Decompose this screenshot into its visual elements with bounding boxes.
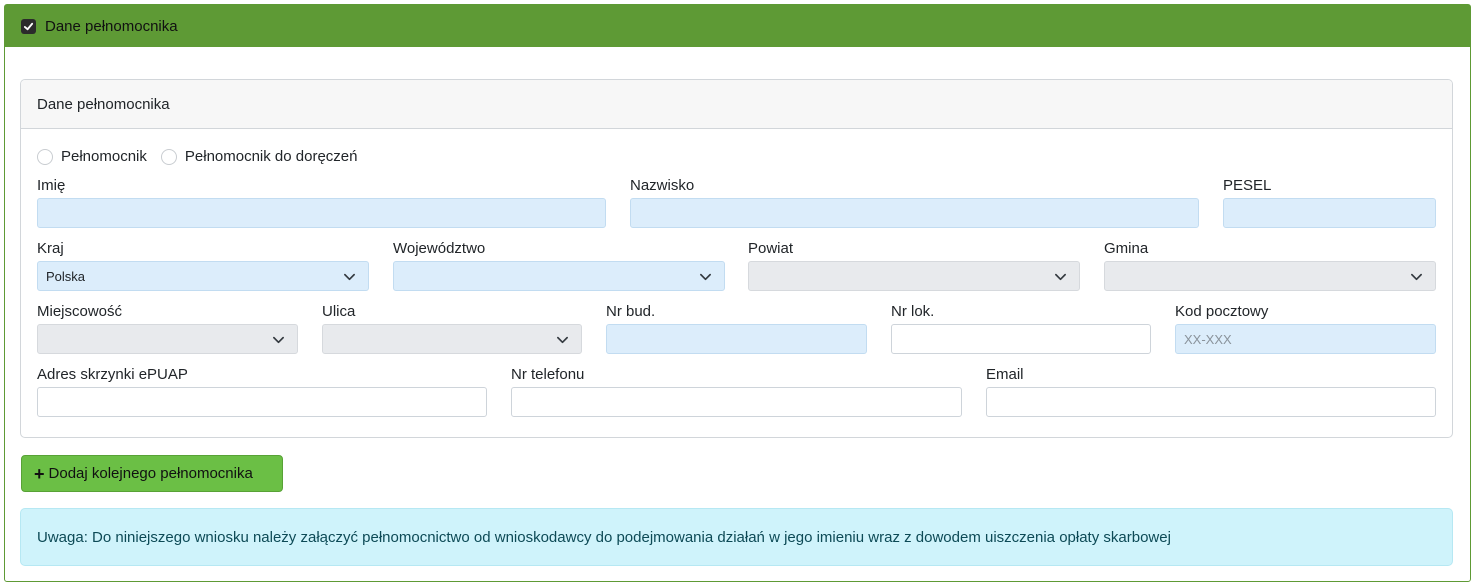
radio-label: Pełnomocnik do doręczeń bbox=[184, 148, 358, 165]
imie-input[interactable] bbox=[37, 198, 606, 228]
telefon-label: Nr telefonu bbox=[511, 366, 585, 383]
pesel-input[interactable] bbox=[1223, 198, 1436, 228]
notice-alert: Uwaga: Do niniejszego wniosku należy zał… bbox=[20, 508, 1453, 566]
chevron-down-icon bbox=[557, 336, 568, 344]
card-header: Dane pełnomocnika bbox=[21, 80, 1452, 129]
nr-lok-label: Nr lok. bbox=[891, 303, 935, 320]
wojewodztwo-select[interactable] bbox=[393, 261, 725, 291]
email-label: Email bbox=[986, 366, 1024, 383]
epuap-label: Adres skrzynki ePUAP bbox=[37, 366, 188, 383]
nr-bud-label: Nr bud. bbox=[606, 303, 656, 320]
imie-label: Imię bbox=[37, 177, 66, 194]
gmina-select[interactable] bbox=[1104, 261, 1436, 291]
radio-label: Pełnomocnik bbox=[61, 148, 147, 165]
ulica-label: Ulica bbox=[322, 303, 356, 320]
radio-button[interactable] bbox=[37, 148, 53, 165]
telefon-input[interactable] bbox=[511, 387, 962, 417]
kod-pocztowy-input[interactable]: XX-XXX bbox=[1175, 324, 1436, 354]
radio-pelnomocnik[interactable]: Pełnomocnik bbox=[37, 148, 147, 165]
radio-button[interactable] bbox=[160, 148, 177, 165]
pesel-label: PESEL bbox=[1223, 177, 1272, 194]
ulica-select[interactable] bbox=[322, 324, 582, 354]
add-proxy-button[interactable]: + Dodaj kolejnego pełnomocnika bbox=[21, 455, 283, 492]
epuap-input[interactable] bbox=[37, 387, 487, 417]
powiat-select[interactable] bbox=[748, 261, 1080, 291]
miejscowosc-label: Miejscowość bbox=[37, 303, 123, 320]
nr-bud-input[interactable] bbox=[606, 324, 867, 354]
powiat-label: Powiat bbox=[748, 240, 794, 257]
notice-text: Uwaga: Do niniejszego wniosku należy zał… bbox=[37, 528, 1171, 546]
nr-lok-input[interactable] bbox=[891, 324, 1151, 354]
proxy-section: Dane pełnomocnika Dane pełnomocnika Pełn… bbox=[4, 4, 1471, 582]
kraj-label: Kraj bbox=[37, 240, 64, 257]
chevron-down-icon bbox=[344, 273, 355, 281]
radio-pelnomocnik-do-doreczen[interactable]: Pełnomocnik do doręczeń bbox=[160, 148, 358, 165]
chevron-down-icon bbox=[273, 336, 284, 344]
email-input[interactable] bbox=[986, 387, 1436, 417]
card-title: Dane pełnomocnika bbox=[37, 95, 170, 113]
chevron-down-icon bbox=[1055, 273, 1066, 281]
nazwisko-input[interactable] bbox=[630, 198, 1199, 228]
nazwisko-label: Nazwisko bbox=[630, 177, 695, 194]
check-icon bbox=[23, 22, 34, 30]
add-proxy-label: Dodaj kolejnego pełnomocnika bbox=[48, 465, 253, 482]
section-checkbox[interactable] bbox=[21, 18, 36, 34]
section-title: Dane pełnomocnika bbox=[45, 17, 178, 35]
section-header[interactable]: Dane pełnomocnika bbox=[5, 5, 1470, 47]
kraj-value: Polska bbox=[46, 269, 86, 284]
wojewodztwo-label: Województwo bbox=[393, 240, 486, 257]
proxy-card: Dane pełnomocnika Pełnomocnik Pełnomocni… bbox=[20, 79, 1453, 438]
plus-icon: + bbox=[34, 463, 45, 484]
kraj-select[interactable]: Polska bbox=[37, 261, 369, 291]
miejscowosc-select[interactable] bbox=[37, 324, 298, 354]
kod-pocztowy-placeholder: XX-XXX bbox=[1184, 332, 1232, 347]
gmina-label: Gmina bbox=[1104, 240, 1149, 257]
chevron-down-icon bbox=[1411, 273, 1422, 281]
proxy-type-radio-group: Pełnomocnik Pełnomocnik do doręczeń bbox=[37, 148, 372, 165]
chevron-down-icon bbox=[700, 273, 711, 281]
kod-pocztowy-label: Kod pocztowy bbox=[1175, 303, 1269, 320]
